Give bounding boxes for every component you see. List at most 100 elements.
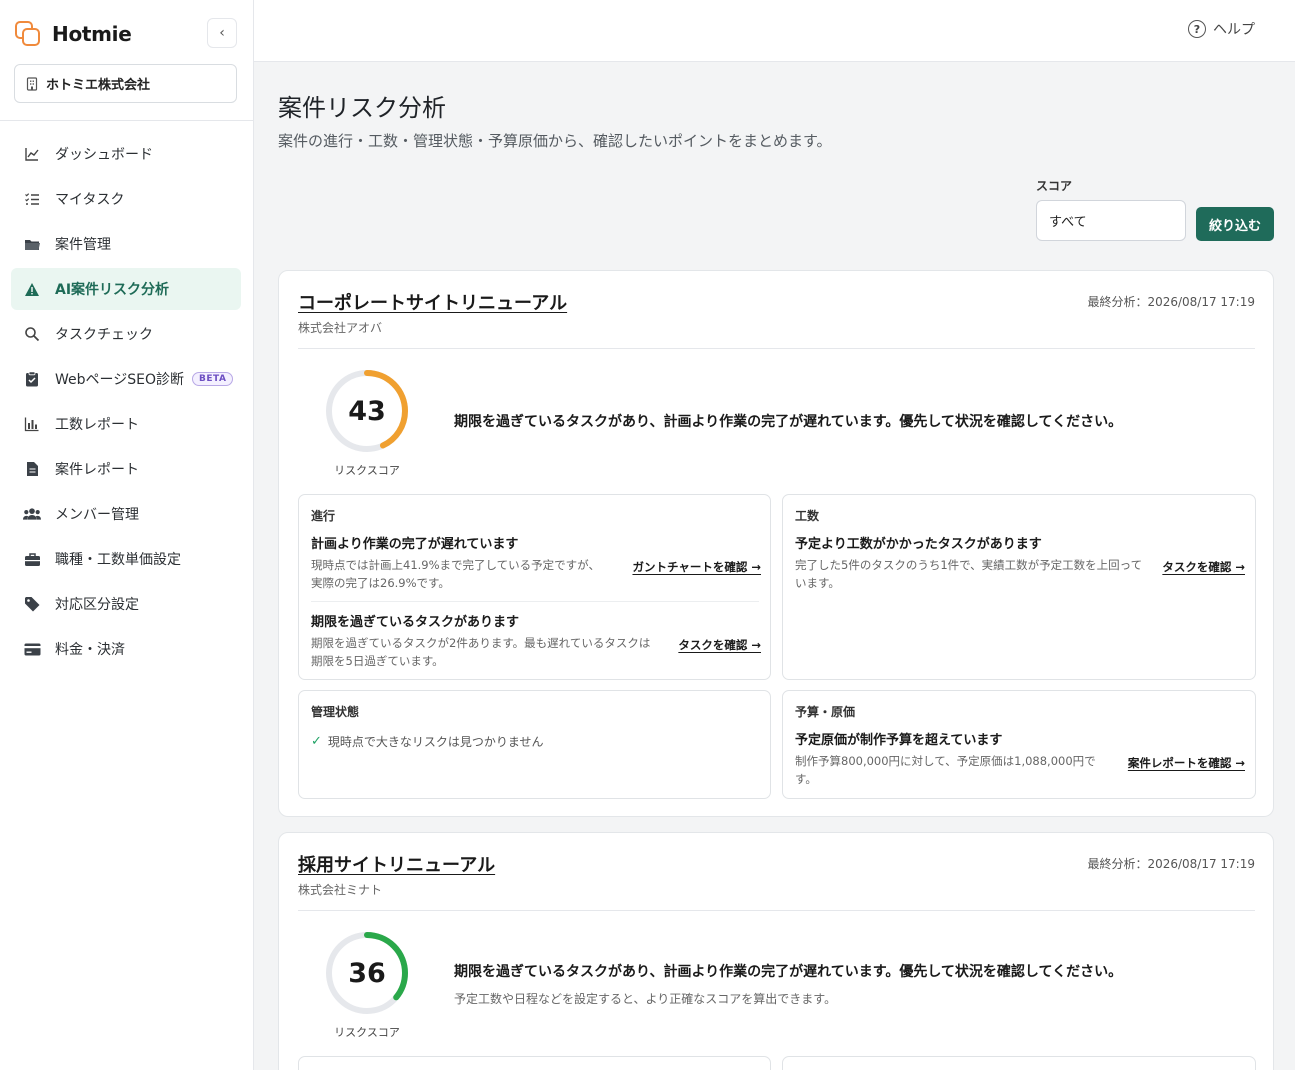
effort-section: 工数 予定より工数がかかったタスクがあります 完了した5件のタスクのうち1件で、… <box>782 494 1256 680</box>
sidebar-item-billing[interactable]: 料金・決済 <box>11 628 241 670</box>
risk-summary: 期限を過ぎているタスクがあり、計画より作業の完了が遅れています。優先して状況を確… <box>454 964 1123 980</box>
sidebar-item-label: 案件レポート <box>55 462 139 478</box>
checkmark-icon: ✓ <box>311 734 322 749</box>
sidebar-item-label: 工数レポート <box>55 417 139 433</box>
building-icon <box>26 76 38 91</box>
risk-item-description: 完了した5件のタスクのうち1件で、実績工数が予定工数を上回っています。 <box>795 558 1143 591</box>
tag-icon <box>23 595 41 613</box>
sidebar-item-label: 職種・工数単価設定 <box>55 552 181 568</box>
sidebar-item-label: タスクチェック <box>55 327 153 343</box>
no-risk-message: ✓ 現時点で大きなリスクは見つかりません <box>311 733 544 750</box>
project-client: 株式会社ミナト <box>298 883 383 897</box>
score-filter-select[interactable]: すべて <box>1036 200 1186 241</box>
project-report-link[interactable]: 案件レポートを確認 → <box>1128 755 1245 771</box>
sidebar-item-seo-diagnosis[interactable]: WebページSEO診断 BETA <box>11 358 241 400</box>
brand[interactable]: Hotmie <box>14 18 132 50</box>
risk-summary: 期限を過ぎているタスクがあり、計画より作業の完了が遅れています。優先して状況を確… <box>454 414 1123 430</box>
project-title-link[interactable]: 採用サイトリニューアル <box>298 851 495 877</box>
task-list-icon <box>23 190 41 208</box>
document-icon <box>23 460 41 478</box>
page-subtitle: 案件の進行・工数・管理状態・予算原価から、確認したいポイントをまとめます。 <box>278 132 832 150</box>
sidebar-item-label: メンバー管理 <box>55 507 139 523</box>
progress-section <box>298 1056 771 1070</box>
brand-name: Hotmie <box>52 22 132 46</box>
sidebar-item-label: 案件管理 <box>55 237 111 253</box>
beta-badge: BETA <box>192 372 234 386</box>
sidebar-item-label: AI案件リスク分析 <box>55 282 170 298</box>
risk-item-description: 期限を過ぎているタスクが2件あります。最も遅れているタスクは期限を5日過ぎていま… <box>311 636 651 669</box>
sidebar-item-label: WebページSEO診断 <box>55 372 184 388</box>
topbar: ? ヘルプ <box>254 0 1295 62</box>
chart-line-icon <box>23 145 41 163</box>
project-card: 採用サイトリニューアル 株式会社ミナト 最終分析：2026/08/17 17:1… <box>278 832 1274 1070</box>
company-name: ホトミエ株式会社 <box>46 78 151 93</box>
sidebar-item-ai-risk-analysis[interactable]: AI案件リスク分析 <box>11 268 241 310</box>
risk-item-title: 期限を過ぎているタスクがあります <box>311 615 520 630</box>
briefcase-icon <box>23 550 41 568</box>
company-selector[interactable]: ホトミエ株式会社 <box>14 64 237 103</box>
warning-icon <box>23 280 41 298</box>
project-client: 株式会社アオバ <box>298 321 383 335</box>
sidebar-item-my-tasks[interactable]: マイタスク <box>11 178 241 220</box>
help-button[interactable]: ? ヘルプ <box>1188 19 1255 39</box>
risk-item-title: 予定より工数がかかったタスクがあります <box>795 537 1042 552</box>
risk-item: 計画より作業の完了が遅れています 現時点では計画上41.9%まで完了している予定… <box>311 533 761 593</box>
sidebar-item-label: ダッシュボード <box>55 147 153 163</box>
page-title: 案件リスク分析 <box>278 94 446 122</box>
sidebar-item-effort-report[interactable]: 工数レポート <box>11 403 241 445</box>
sidebar-item-label: マイタスク <box>55 192 125 208</box>
risk-item-title: 計画より作業の完了が遅れています <box>311 537 519 552</box>
item-divider <box>311 601 759 602</box>
risk-item: 予定原価が制作予算を超えています 制作予算800,000円に対して、予定原価は1… <box>795 729 1245 789</box>
risk-item-description: 現時点では計画上41.9%まで完了している予定ですが、実際の完了は26.9%です… <box>311 558 600 591</box>
risk-score-label: リスクスコア <box>334 464 400 477</box>
budget-section: 予算・原価 予定原価が制作予算を超えています 制作予算800,000円に対して、… <box>782 690 1256 799</box>
section-heading: 管理状態 <box>311 705 360 719</box>
risk-item: 予定より工数がかかったタスクがあります 完了した5件のタスクのうち1件で、実績工… <box>795 533 1245 593</box>
last-analysis-time: 最終分析：2026/08/17 17:19 <box>1087 857 1255 871</box>
risk-score-value: 43 <box>348 395 386 427</box>
sidebar-divider <box>0 120 253 121</box>
sidebar-nav: ダッシュボード マイタスク 案件管理 AI案件リスク分析 タスクチェック Web… <box>11 133 241 673</box>
risk-score-gauge: 36 <box>323 929 411 1017</box>
score-filter-label: スコア <box>1036 179 1073 193</box>
sidebar-item-projects[interactable]: 案件管理 <box>11 223 241 265</box>
section-heading: 予算・原価 <box>795 705 856 719</box>
effort-section <box>782 1056 1256 1070</box>
sidebar-item-response-categories[interactable]: 対応区分設定 <box>11 583 241 625</box>
sidebar-item-role-rates[interactable]: 職種・工数単価設定 <box>11 538 241 580</box>
help-label: ヘルプ <box>1213 22 1255 38</box>
bar-chart-icon <box>23 415 41 433</box>
clipboard-check-icon <box>23 370 41 388</box>
task-check-link[interactable]: タスクを確認 → <box>678 637 761 653</box>
risk-score-gauge: 43 <box>323 367 411 455</box>
sidebar: Hotmie ‹ ホトミエ株式会社 ダッシュボード マイタスク 案件管理 AI案… <box>0 0 254 1070</box>
management-section: 管理状態 ✓ 現時点で大きなリスクは見つかりません <box>298 690 771 799</box>
card-divider <box>298 910 1255 911</box>
risk-score-value: 36 <box>348 957 386 989</box>
search-icon <box>23 325 41 343</box>
risk-item-title: 予定原価が制作予算を超えています <box>795 733 1003 748</box>
sidebar-item-members[interactable]: メンバー管理 <box>11 493 241 535</box>
sidebar-item-task-check[interactable]: タスクチェック <box>11 313 241 355</box>
no-risk-text: 現時点で大きなリスクは見つかりません <box>327 735 544 749</box>
risk-item: 期限を過ぎているタスクがあります 期限を過ぎているタスクが2件あります。最も遅れ… <box>311 611 761 671</box>
gantt-chart-link[interactable]: ガントチャートを確認 → <box>632 559 761 575</box>
sidebar-item-project-report[interactable]: 案件レポート <box>11 448 241 490</box>
risk-item-description: 制作予算800,000円に対して、予定原価は1,088,000円です。 <box>795 754 1096 787</box>
sidebar-item-dashboard[interactable]: ダッシュボード <box>11 133 241 175</box>
collapse-sidebar-button[interactable]: ‹ <box>207 18 237 48</box>
risk-score-label: リスクスコア <box>334 1026 400 1039</box>
project-title-link[interactable]: コーポレートサイトリニューアル <box>298 289 567 315</box>
card-divider <box>298 348 1255 349</box>
section-heading: 進行 <box>311 509 336 523</box>
hotmie-logo-icon <box>14 20 42 48</box>
project-card: コーポレートサイトリニューアル 株式会社アオバ 最終分析：2026/08/17 … <box>278 270 1274 817</box>
help-icon: ? <box>1188 20 1206 38</box>
folder-icon <box>23 235 41 253</box>
score-accuracy-note: 予定工数や日程などを設定すると、より正確なスコアを算出できます。 <box>454 992 837 1006</box>
filter-button[interactable]: 絞り込む <box>1196 207 1274 241</box>
progress-section: 進行 計画より作業の完了が遅れています 現時点では計画上41.9%まで完了してい… <box>298 494 771 680</box>
task-check-link[interactable]: タスクを確認 → <box>1162 559 1245 575</box>
chevron-left-icon: ‹ <box>219 25 225 41</box>
